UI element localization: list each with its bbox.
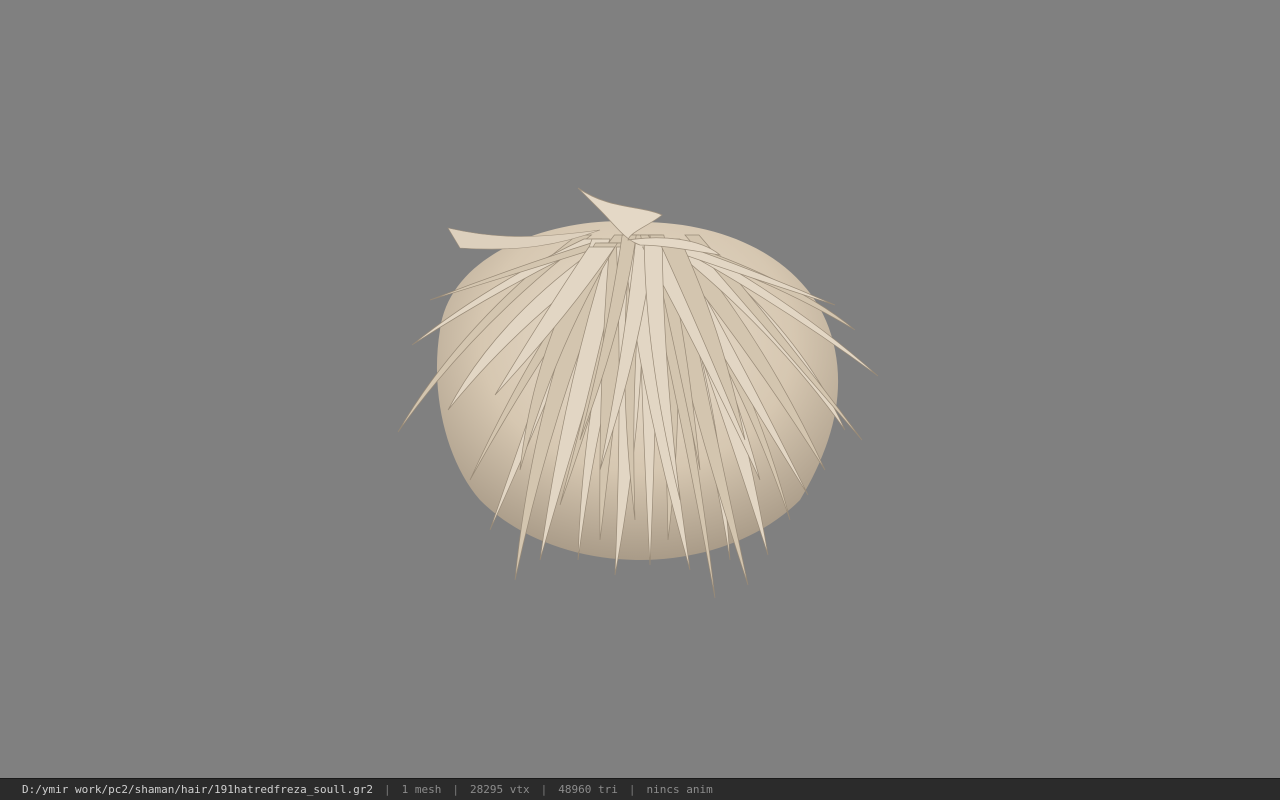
mesh-count-label: 1 mesh <box>401 783 442 796</box>
triangle-count-label: 48960 tri <box>558 783 618 796</box>
status-bar: D:/ymir work/pc2/shaman/hair/191hatredfr… <box>0 778 1280 800</box>
vertex-count-label: 28295 vtx <box>470 783 530 796</box>
separator: | <box>540 783 548 796</box>
separator: | <box>628 783 636 796</box>
separator: | <box>384 783 391 796</box>
3d-viewport[interactable] <box>0 0 1280 778</box>
separator: | <box>452 783 459 796</box>
hair-model-render <box>397 187 879 599</box>
file-path-label: D:/ymir work/pc2/shaman/hair/191hatredfr… <box>22 783 373 796</box>
animation-info-label: nincs anim <box>646 783 713 796</box>
